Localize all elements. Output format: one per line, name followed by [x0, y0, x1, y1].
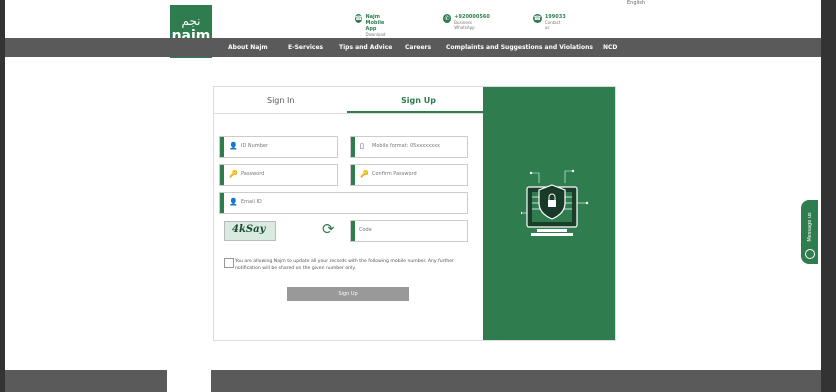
- nav-ncd[interactable]: NCD: [603, 44, 617, 51]
- phone-icon: ☎: [355, 14, 363, 23]
- email-placeholder: Email ID: [241, 199, 262, 205]
- language-toggle[interactable]: English: [627, 0, 645, 6]
- nav-careers[interactable]: Careers: [405, 44, 431, 51]
- password-placeholder: Password: [241, 171, 265, 177]
- nav-about[interactable]: About Najm: [228, 44, 268, 51]
- top-strip: English: [235, 0, 821, 7]
- id-number-placeholder: ID Number: [241, 143, 268, 149]
- code-placeholder: Code: [359, 227, 372, 233]
- right-dark-border: [821, 0, 836, 392]
- field-accent: [220, 137, 224, 157]
- tab-sign-up[interactable]: Sign Up: [401, 96, 436, 105]
- mobile-field[interactable]: ▯ Mobile format: 05xxxxxxxx: [350, 136, 468, 158]
- contact-us[interactable]: ☎ 199033 Contact us: [533, 14, 566, 30]
- consent-text: You are allowing Najm to update all your…: [235, 259, 454, 271]
- field-accent: [351, 137, 355, 157]
- chat-bubble-icon: [805, 249, 815, 259]
- contact-us-sub: Contact us: [544, 20, 561, 30]
- sign-up-button[interactable]: Sign Up: [287, 287, 409, 301]
- phone-icon: ☎: [533, 14, 542, 23]
- contact-whatsapp[interactable]: ✆ +920000560 Business WhatsApp: [443, 14, 491, 30]
- captcha-image: 4kSay: [224, 221, 276, 241]
- nav-tips[interactable]: Tips and Advice: [339, 44, 392, 51]
- key-icon: 🔑: [360, 170, 369, 178]
- password-field[interactable]: 🔑 Password: [219, 164, 338, 186]
- id-number-field[interactable]: 👤 ID Number: [219, 136, 338, 158]
- logo-arabic: نجم: [181, 14, 201, 28]
- mobile-placeholder: Mobile format: 05xxxxxxxx: [372, 143, 440, 149]
- contact-app-title: Najm Mobile App: [365, 14, 385, 32]
- field-accent: [220, 193, 224, 213]
- footer-left-block: [5, 370, 167, 392]
- active-tab-indicator: [347, 111, 483, 113]
- nav-eservices[interactable]: E-Services: [288, 44, 323, 51]
- footer-main-block: [211, 370, 821, 392]
- refresh-icon[interactable]: ⟳: [322, 220, 335, 238]
- message-us-label: Message us: [807, 212, 813, 242]
- key-icon: 🔑: [229, 170, 238, 178]
- user-icon: 👤: [229, 198, 238, 206]
- main-nav: About Najm E-Services Tips and Advice Ca…: [5, 38, 821, 57]
- security-illustration: [521, 169, 589, 236]
- mobile-icon: ▯: [360, 142, 364, 150]
- tab-sign-in[interactable]: Sign In: [267, 96, 294, 105]
- field-accent: [351, 165, 355, 185]
- captcha-text: 4kSay: [232, 224, 266, 235]
- email-field[interactable]: 👤 Email ID: [219, 192, 468, 214]
- whatsapp-icon: ✆: [443, 14, 452, 23]
- consent-checkbox[interactable]: [224, 258, 234, 268]
- page: English نجم najm ☎ Najm Mobile App Downl…: [5, 0, 821, 392]
- field-accent: [220, 165, 224, 185]
- field-accent: [351, 221, 355, 241]
- message-us-widget[interactable]: Message us: [801, 200, 818, 264]
- confirm-password-field[interactable]: 🔑 Confirm Password: [350, 164, 468, 186]
- user-icon: 👤: [229, 142, 238, 150]
- confirm-password-placeholder: Confirm Password: [372, 171, 417, 177]
- auth-tabs: Sign In Sign Up: [214, 87, 483, 114]
- code-field[interactable]: Code: [350, 220, 468, 242]
- contact-whatsapp-sub: Business WhatsApp: [454, 20, 475, 30]
- nav-complaints[interactable]: Complaints and Suggestions and Violation…: [446, 44, 593, 51]
